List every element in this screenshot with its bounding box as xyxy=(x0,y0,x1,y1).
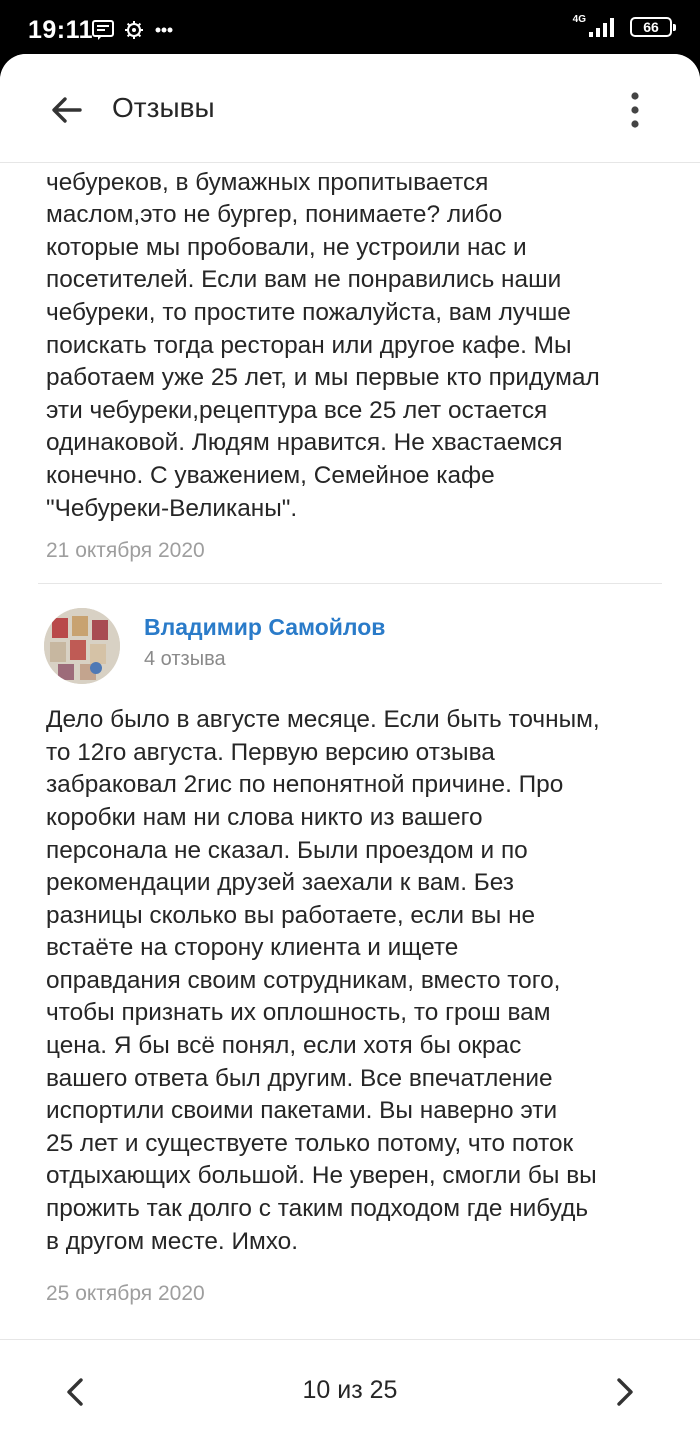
dots-notification-icon xyxy=(155,27,173,33)
app-header: Отзывы xyxy=(0,54,700,163)
author-name-link[interactable]: Владимир Самойлов xyxy=(144,614,385,641)
review-divider xyxy=(38,583,662,585)
battery-icon: 66 xyxy=(630,17,676,37)
system-icons: 4G 66 xyxy=(572,13,676,38)
avatar[interactable] xyxy=(44,608,120,685)
chevron-right-icon[interactable] xyxy=(604,1372,644,1412)
status-time: 19:11 xyxy=(28,16,94,44)
owner-reply: класть, на газету? Нет таких тар больших… xyxy=(0,162,700,1306)
page-title: Отзывы xyxy=(112,92,215,123)
message-notification-icon xyxy=(92,20,114,40)
reviews-scroll-area[interactable]: класть, на газету? Нет таких тар больших… xyxy=(0,162,700,1340)
author-review-count: 4 отзыва xyxy=(144,648,226,671)
avatar-image xyxy=(44,608,120,685)
notification-icons xyxy=(92,20,174,40)
network-type: 4G xyxy=(572,13,586,25)
pager-bar: 10 из 25 xyxy=(0,1339,700,1456)
pager-label: 10 из 25 xyxy=(302,1376,398,1404)
review-author: Владимир Самойлов 4 отзыва xyxy=(0,604,700,704)
settings-gear-icon xyxy=(125,21,143,39)
reply-text: класть, на газету? Нет таких тар больших… xyxy=(46,162,600,522)
review-date: 25 октября 2020 xyxy=(46,1282,205,1306)
more-vertical-icon[interactable] xyxy=(620,90,650,130)
reply-date: 21 октября 2020 xyxy=(46,539,205,563)
signal-strength-icon xyxy=(589,18,614,37)
reviews-app: Отзывы класть, на газету? Нет таких тар … xyxy=(0,54,700,1456)
arrow-left-icon[interactable] xyxy=(46,90,86,130)
battery-level: 66 xyxy=(643,19,659,35)
phone-screen: 19:11 4G 66 Отзывы чебуреков, в бумажных… xyxy=(0,0,700,1456)
status-bar: 19:11 4G 66 xyxy=(0,0,700,62)
review-text: Дело было в августе месяце. Если быть то… xyxy=(46,706,600,1255)
